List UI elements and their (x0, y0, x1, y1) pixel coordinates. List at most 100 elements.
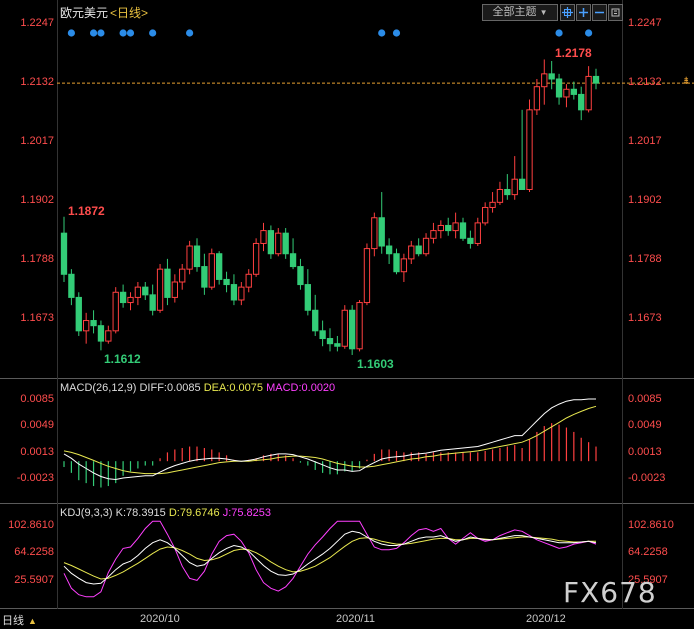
period-next-button[interactable]: > (141, 6, 148, 20)
candle-up (112, 291, 119, 332)
macd-axis-left-label: 0.0013 (20, 446, 54, 458)
currency-pair-label: 欧元美元 (60, 6, 109, 20)
macd-macd-value: MACD:0.0020 (266, 382, 336, 394)
candle-down (548, 73, 555, 80)
candle-down (201, 266, 208, 288)
candle-down (216, 253, 223, 280)
candle-down (393, 253, 400, 273)
kdj-axis-right-label: 102.8610 (628, 519, 674, 531)
candle-down (289, 253, 297, 268)
date-label: 2020/12 (526, 613, 566, 625)
candle-up (341, 309, 348, 347)
candle-up (260, 230, 267, 244)
annotation-high-right: 1.2178 (555, 46, 592, 60)
candle-down (193, 245, 201, 268)
kdj-axis-left-label: 102.8610 (8, 519, 54, 531)
candle-up (134, 286, 142, 298)
candle-down (90, 320, 97, 327)
candle-down (349, 309, 356, 350)
dropdown-up-icon: ▲ (28, 616, 37, 626)
period-footer-label: 日线 (2, 615, 24, 627)
candle-up (238, 286, 245, 301)
period-footer-button[interactable]: 日线 ▲ (2, 612, 37, 628)
zoom-out-button[interactable] (592, 4, 607, 21)
candle-up (105, 330, 112, 342)
annotation-high-left: 1.1872 (68, 204, 105, 218)
candle-up (171, 281, 178, 298)
price-axis-right-label: 1.2132 (628, 76, 662, 88)
price-axis-right-label: 1.2017 (628, 135, 662, 147)
annotation-low-mid: 1.1603 (357, 357, 394, 371)
candle-up (252, 242, 260, 275)
candle-up (356, 302, 363, 350)
candle-up (422, 237, 430, 255)
theme-select-button[interactable]: 全部主题 ▼ (482, 4, 558, 21)
kdj-j-value: J:75.8253 (222, 507, 272, 519)
candle-down (60, 232, 68, 275)
zoom-out-icon (595, 11, 604, 14)
price-axis-right-label: 1.1788 (628, 253, 662, 265)
signal-dot (126, 29, 135, 37)
macd-label: MACD(26,12,9) (60, 382, 137, 394)
macd-diff-line (63, 398, 596, 481)
settings-button[interactable] (608, 4, 623, 21)
current-price-marker-icon: ⇟ (682, 76, 691, 87)
candle-up (400, 258, 408, 273)
candle-up (83, 320, 90, 332)
date-label: 2020/10 (140, 613, 180, 625)
crosshair-button[interactable] (560, 4, 575, 21)
candlestick-chart[interactable] (0, 0, 694, 629)
kdj-axis-left-label: 64.2258 (14, 546, 54, 558)
kdj-d-value: D:79.6746 (168, 507, 220, 519)
macd-axis-right-label: -0.0023 (628, 472, 666, 484)
signal-dot (585, 29, 593, 37)
candle-down (223, 278, 230, 286)
date-label: 2020/11 (336, 613, 375, 625)
candle-down (378, 217, 385, 247)
macd-diff-value: DIFF:0.0085 (139, 382, 201, 394)
candle-up (496, 188, 504, 203)
candle-down (297, 266, 304, 286)
candle-up (474, 222, 481, 244)
candle-down (518, 178, 526, 190)
crosshair-icon (562, 7, 573, 18)
candle-down (267, 230, 275, 255)
kdj-axis-right-label: 64.2258 (628, 546, 668, 558)
candle-up (437, 224, 444, 232)
kdj-k-value: K:78.3915 (115, 507, 166, 519)
price-axis-right-label: 1.1673 (628, 312, 662, 324)
candle-up (275, 232, 282, 255)
price-axis-left-label: 1.1902 (20, 194, 54, 206)
price-axis-left-label: 1.2247 (20, 17, 54, 29)
zoom-in-button[interactable] (576, 4, 591, 21)
macd-axis-right-label: 0.0013 (628, 446, 662, 458)
price-axis-left-label: 1.2017 (20, 135, 54, 147)
candle-down (334, 343, 341, 347)
candle-up (482, 206, 489, 224)
candle-down (445, 224, 452, 232)
zoom-in-icon (579, 8, 588, 17)
macd-header: MACD(26,12,9) DIFF:0.0085 DEA:0.0075 MAC… (60, 382, 335, 394)
candle-up (208, 253, 215, 288)
settings-icon (611, 8, 620, 17)
candle-up (186, 245, 193, 270)
period-selector[interactable]: <日线> (110, 6, 148, 20)
kdj-d-line (63, 536, 596, 580)
price-axis-right-label: 1.1902 (628, 194, 662, 206)
candle-down (415, 245, 422, 255)
candle-down (385, 245, 393, 255)
candle-down (119, 291, 127, 304)
kdj-label: KDJ(9,3,3) (60, 507, 113, 519)
candle-down (592, 75, 600, 84)
candle-up (541, 73, 548, 88)
kdj-header: KDJ(9,3,3) K:78.3915 D:79.6746 J:75.8253 (60, 507, 271, 519)
candle-up (563, 88, 570, 98)
macd-axis-right-label: 0.0085 (628, 393, 662, 405)
period-label[interactable]: 日线 (117, 6, 141, 20)
candle-down (282, 232, 289, 255)
candle-down (164, 268, 171, 298)
candle-down (504, 188, 511, 196)
kdj-axis-left-label: 25.5907 (14, 574, 54, 586)
period-prev-button[interactable]: < (110, 6, 117, 20)
candle-down (304, 284, 311, 311)
